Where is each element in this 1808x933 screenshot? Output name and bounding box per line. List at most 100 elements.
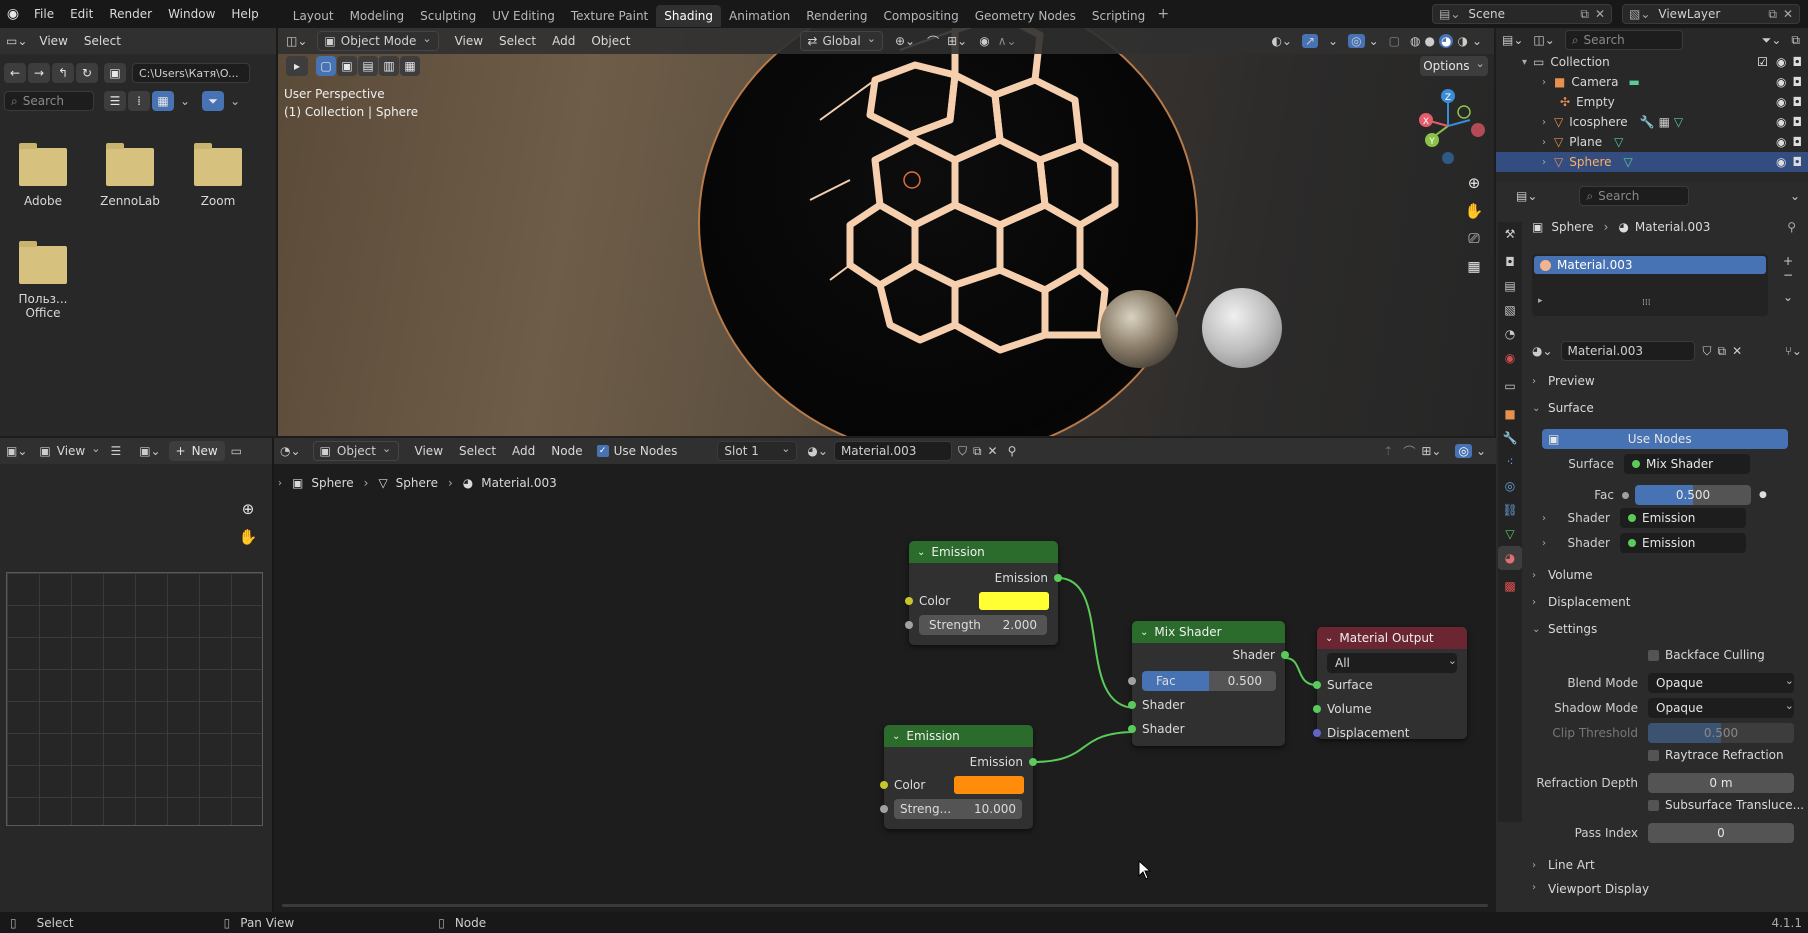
shading-rendered-icon[interactable]: ◑	[1457, 34, 1467, 48]
eye-icon[interactable]: ◉	[1776, 55, 1786, 69]
slot-dropdown[interactable]: Slot 1	[717, 441, 798, 461]
zoom-icon[interactable]: ⊕	[234, 496, 262, 522]
menu-select[interactable]: Select	[84, 34, 121, 48]
menu-view[interactable]: View	[415, 444, 443, 458]
node-header[interactable]: ⌄ Emission	[884, 725, 1033, 747]
color-input-socket[interactable]	[880, 781, 888, 789]
outliner-search-input[interactable]: ⌕ Search	[1564, 30, 1683, 50]
menu-help[interactable]: Help	[223, 0, 266, 28]
unlink-icon[interactable]: ✕	[1732, 344, 1742, 358]
fake-user-icon[interactable]: ⛉	[958, 444, 967, 459]
zoom-icon[interactable]: ⊕	[1460, 170, 1488, 196]
tab-texture-paint[interactable]: Texture Paint	[563, 5, 656, 27]
collapse-icon[interactable]: ⌄	[917, 547, 925, 558]
filter-icon[interactable]: ⏷	[202, 91, 225, 111]
material-browse-icon[interactable]: ◕⌄	[1532, 344, 1553, 358]
duplicate-icon[interactable]: ⧉	[1718, 344, 1727, 359]
color-input-socket[interactable]	[905, 597, 913, 605]
viewlayer-selector[interactable]: ▧⌄ ViewLayer ⧉ ✕	[1622, 4, 1800, 24]
tab-compositing[interactable]: Compositing	[875, 5, 966, 27]
new-image-button[interactable]: + New	[168, 441, 225, 461]
perspective-grid-icon[interactable]: ▦	[1460, 254, 1488, 280]
blend-mode-dropdown[interactable]: Opaque	[1648, 673, 1794, 693]
dropdown-icon[interactable]: ⌄	[1790, 189, 1800, 203]
back-icon[interactable]: ←	[4, 63, 26, 83]
panel-displacement[interactable]: › Displacement	[1532, 591, 1802, 613]
camera-render-icon[interactable]: ◘	[1793, 115, 1803, 129]
menu-object[interactable]: Object	[591, 34, 630, 48]
use-nodes-button[interactable]: ▣ Use Nodes	[1542, 429, 1788, 449]
xray-icon[interactable]: ▢	[1389, 34, 1400, 48]
select-invert-icon[interactable]: ▥	[379, 56, 399, 76]
editor-type-icon[interactable]: ▤⌄	[1516, 189, 1537, 203]
camera-render-icon[interactable]: ◘	[1793, 55, 1803, 69]
snap-target-icon[interactable]: ⊞⌄	[1421, 444, 1441, 458]
folder-zennolab[interactable]: ZennoLab	[90, 143, 170, 208]
menu-render[interactable]: Render	[101, 0, 160, 28]
file-search-input[interactable]: ⌕ Search	[4, 91, 94, 111]
material-name-field[interactable]: Material.003	[1560, 341, 1695, 361]
outliner-item-camera[interactable]: › ■ Camera ▬ ◉ ◘	[1496, 72, 1808, 92]
proportional-icon[interactable]: ◉	[979, 34, 989, 48]
shader-node-editor[interactable]: ◔⌄ ▣ Object View Select Add Node ✓ Use N…	[272, 438, 1496, 912]
overlays-icon[interactable]: ◎	[1455, 444, 1472, 458]
outliner-item-collection[interactable]: ▾ ▭ Collection ☑ ◉ ◘	[1496, 52, 1808, 72]
outliner-item-plane[interactable]: › ▽ Plane ▽ ◉ ◘	[1496, 132, 1808, 152]
shader-type-dropdown[interactable]: ▣ Object	[312, 441, 399, 461]
shading-solid-icon[interactable]: ●	[1424, 34, 1434, 48]
menu-icon[interactable]: ☰	[110, 444, 121, 458]
eye-icon[interactable]: ◉	[1776, 155, 1786, 169]
navigation-gizmo[interactable]: Z X Y	[1408, 86, 1488, 166]
emission-node-1[interactable]: ⌄ Emission Emission Color Strength 2.000	[905, 541, 1062, 645]
folder-zoom[interactable]: Zoom	[178, 143, 258, 208]
snap-target-icon[interactable]: ⊞⌄	[947, 34, 967, 48]
node-header[interactable]: ⌄ Emission	[909, 541, 1058, 563]
fake-user-icon[interactable]: ⛉	[1703, 344, 1712, 359]
3d-viewport[interactable]: ◫⌄ ▣ Object Mode View Select Add Object …	[278, 28, 1494, 436]
list-resize-icon[interactable]: ⁞⁞⁞	[1642, 298, 1651, 308]
horizontal-scrollbar[interactable]	[282, 904, 1488, 907]
menu-add[interactable]: Add	[512, 444, 535, 458]
overlays-dropdown-icon[interactable]: ⌄	[1476, 444, 1486, 458]
menu-window[interactable]: Window	[160, 0, 223, 28]
select-extend-icon[interactable]: ▣	[337, 56, 357, 76]
camera-render-icon[interactable]: ◘	[1793, 155, 1803, 169]
keyframe-dot-icon[interactable]: ●	[1759, 490, 1767, 500]
eye-icon[interactable]: ◉	[1776, 75, 1786, 89]
menu-select[interactable]: Select	[499, 34, 536, 48]
tool-select-icon[interactable]: ▸	[286, 56, 308, 76]
pin-icon[interactable]: ⚲	[1787, 220, 1796, 234]
editor-type-icon[interactable]: ◫⌄	[286, 34, 307, 48]
sidebar-toggle-icon[interactable]: ›	[278, 478, 282, 489]
fac-slider[interactable]: 0.500	[1635, 485, 1751, 505]
tab-physics-icon[interactable]: ◎	[1498, 474, 1522, 498]
expand-icon[interactable]: ›	[1542, 77, 1546, 88]
copy-icon[interactable]: ⧉	[1580, 7, 1589, 22]
copy-icon[interactable]: ⧉	[1768, 7, 1777, 22]
pan-hand-icon[interactable]: ✋	[234, 524, 262, 550]
select-new-icon[interactable]: ▢	[316, 56, 336, 76]
shader2-field[interactable]: Emission	[1620, 533, 1746, 553]
outliner-item-empty[interactable]: ✣ Empty ◉ ◘	[1496, 92, 1808, 112]
eye-icon[interactable]: ◉	[1776, 95, 1786, 109]
slot-specials-icon[interactable]: ⌄	[1776, 290, 1800, 304]
displacement-input-socket[interactable]	[1313, 729, 1321, 737]
collapse-icon[interactable]: ⌄	[1325, 633, 1333, 644]
parent-node-tree-icon[interactable]: ⇡	[1383, 444, 1393, 458]
duplicate-icon[interactable]: ⧉	[973, 444, 982, 459]
emission-output-socket[interactable]	[1054, 574, 1062, 582]
tab-collection-icon[interactable]: ▭	[1498, 374, 1522, 398]
emission-output-socket[interactable]	[1029, 758, 1037, 766]
material-browse-icon[interactable]: ◕⌄	[807, 444, 828, 458]
select-subtract-icon[interactable]: ▤	[358, 56, 378, 76]
view-dropdown[interactable]: View	[57, 444, 101, 458]
backface-culling-checkbox[interactable]: Backface Culling	[1648, 648, 1765, 662]
blender-logo-icon[interactable]: ◉	[0, 0, 26, 28]
tab-rendering[interactable]: Rendering	[798, 5, 875, 27]
tab-uv-editing[interactable]: UV Editing	[484, 5, 563, 27]
mix-shader-node[interactable]: ⌄ Mix Shader Shader Fac 0.500 Shader Sha…	[1128, 621, 1289, 746]
folder-office[interactable]: Польз... Office	[3, 241, 83, 320]
tab-shading[interactable]: Shading	[656, 4, 721, 27]
close-icon[interactable]: ✕	[1783, 7, 1793, 21]
path-field[interactable]: C:\Users\Катя\O...	[132, 63, 250, 83]
